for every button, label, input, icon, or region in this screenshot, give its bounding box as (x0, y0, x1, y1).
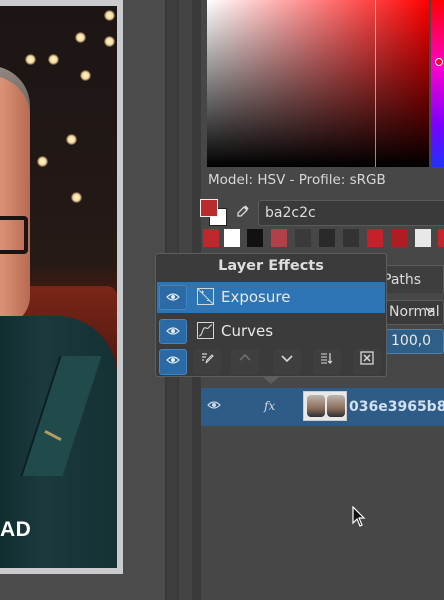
delete-effect-icon[interactable] (353, 349, 381, 375)
recent-color-swatch[interactable] (319, 229, 335, 247)
effects-toolbar (157, 349, 385, 376)
color-crosshair (375, 0, 376, 167)
bokeh-light (25, 54, 36, 65)
saturation-value-square[interactable] (207, 0, 429, 167)
hue-slider[interactable] (431, 0, 444, 167)
toggle-visibility-eye-icon[interactable] (159, 349, 187, 375)
curves-icon (197, 322, 214, 339)
recent-color-swatch[interactable] (271, 229, 287, 247)
effect-item-exposure[interactable]: Exposure (157, 282, 385, 313)
move-down-icon[interactable] (273, 349, 301, 375)
glasses (0, 216, 28, 254)
canvas-photo[interactable]: AD (0, 6, 117, 568)
mouse-cursor-icon (352, 505, 366, 528)
bokeh-light (66, 134, 77, 145)
effect-visibility-eye-icon[interactable] (159, 285, 187, 310)
photo-caption: AD (0, 518, 32, 541)
recent-color-swatch[interactable] (295, 229, 311, 247)
bokeh-light (104, 10, 115, 21)
foreground-color-swatch[interactable] (200, 199, 218, 217)
effect-label: Curves (221, 322, 274, 340)
effect-label: Exposure (221, 288, 291, 306)
recent-color-swatch[interactable] (391, 229, 407, 247)
opacity-input[interactable]: 100,0 (378, 329, 444, 354)
hex-color-input[interactable]: ba2c2c (258, 200, 444, 226)
exposure-icon (197, 288, 214, 305)
bokeh-light (80, 70, 91, 81)
bokeh-light (104, 36, 115, 47)
edit-effect-icon[interactable] (193, 349, 221, 375)
recent-color-swatch[interactable] (343, 229, 359, 247)
chevron-down-icon (424, 303, 436, 321)
bokeh-light (37, 156, 48, 167)
sort-icon[interactable] (313, 349, 341, 375)
color-picker-icon[interactable] (236, 204, 250, 218)
thumbnail-face (327, 395, 345, 417)
popup-pointer-arrow (262, 376, 280, 384)
recent-color-swatch[interactable] (415, 229, 431, 247)
color-model-label: Model: HSV - Profile: sRGB (208, 172, 386, 188)
recent-color-swatch[interactable] (247, 229, 263, 247)
face (0, 76, 30, 326)
effect-visibility-eye-icon[interactable] (159, 319, 187, 344)
recent-color-swatch[interactable] (203, 229, 219, 247)
layer-visibility-eye-icon[interactable] (207, 398, 221, 416)
recent-color-swatch[interactable] (224, 229, 240, 247)
hue-slider-handle[interactable] (435, 58, 443, 66)
popup-title: Layer Effects (218, 258, 324, 274)
effect-item-curves[interactable]: Curves (157, 316, 385, 347)
recent-color-swatch[interactable] (438, 229, 444, 247)
layer-fx-indicator[interactable]: fx (264, 399, 275, 413)
bokeh-light (48, 54, 59, 65)
move-up-icon[interactable] (231, 349, 259, 375)
bokeh-light (71, 192, 82, 203)
layer-name[interactable]: 036e3965b8 (349, 399, 444, 415)
layer-thumbnail (303, 391, 347, 421)
bokeh-light (75, 32, 86, 43)
recent-colors-bar (201, 229, 444, 249)
recent-color-swatch[interactable] (367, 229, 383, 247)
thumbnail-face (307, 395, 325, 417)
